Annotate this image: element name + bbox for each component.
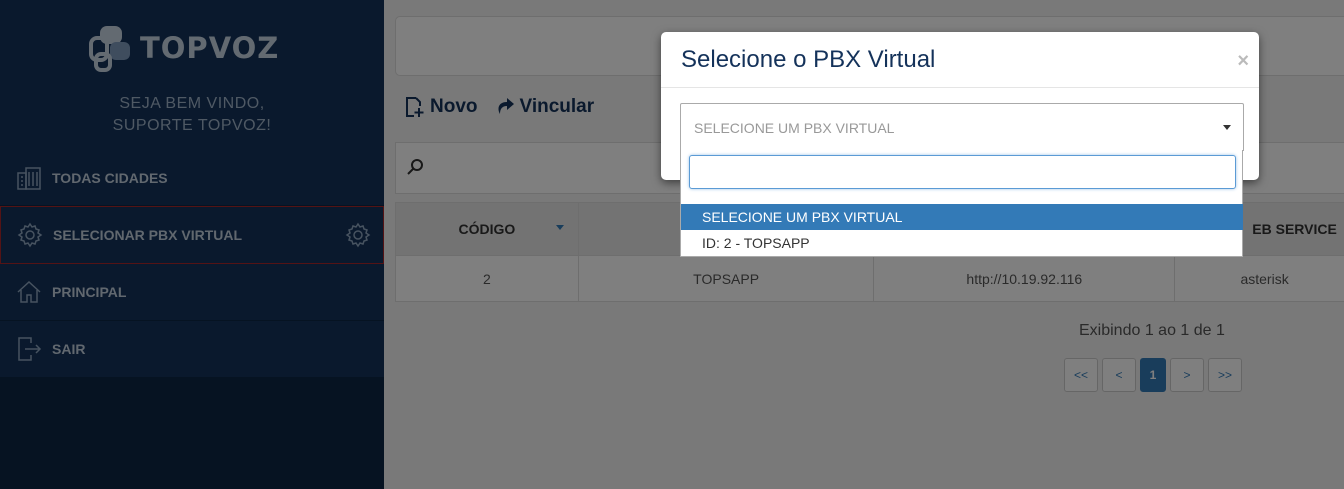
pbx-select[interactable]: SELECIONE UM PBX VIRTUAL xyxy=(680,103,1244,151)
pbx-dropdown: SELECIONE UM PBX VIRTUAL ID: 2 - TOPSAPP xyxy=(680,150,1243,257)
pbx-select-value: SELECIONE UM PBX VIRTUAL xyxy=(694,120,895,136)
chevron-down-icon xyxy=(1223,125,1231,130)
dropdown-search-input[interactable] xyxy=(689,155,1236,189)
modal-title: Selecione o PBX Virtual xyxy=(681,46,936,73)
modal-header: Selecione o PBX Virtual × xyxy=(661,32,1259,88)
dropdown-option[interactable]: ID: 2 - TOPSAPP xyxy=(681,230,1243,256)
close-icon[interactable]: × xyxy=(1237,50,1249,73)
dropdown-option[interactable]: SELECIONE UM PBX VIRTUAL xyxy=(681,204,1243,230)
